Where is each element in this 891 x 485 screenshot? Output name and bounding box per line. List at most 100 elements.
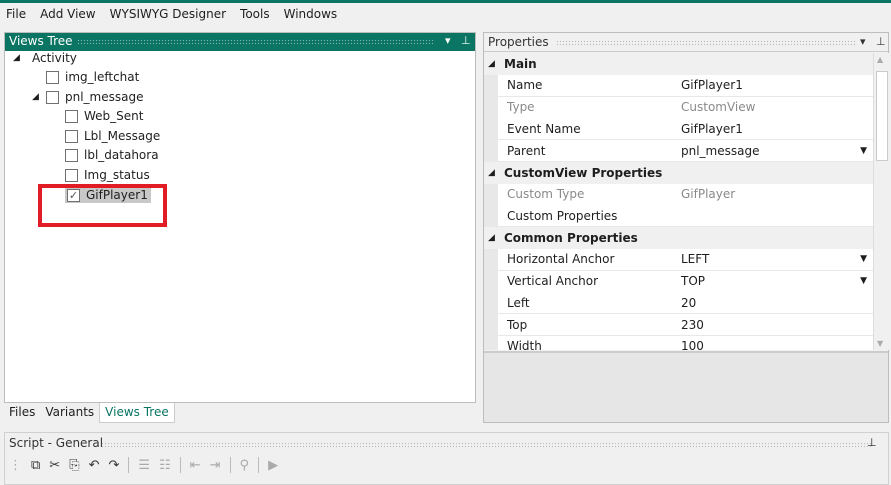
bottom-tabs: Files Variants Views Tree [4, 403, 175, 423]
collapse-triangle-icon[interactable]: ◢ [488, 168, 504, 178]
checkbox[interactable] [65, 168, 78, 182]
scroll-down-icon[interactable]: ▼ [877, 339, 883, 348]
cut-icon[interactable]: ✂ [49, 458, 60, 473]
dropdown-arrow-icon[interactable]: ▼ [860, 276, 867, 286]
separator [229, 457, 231, 473]
separator [179, 457, 181, 473]
tree-item[interactable]: ◢ pnl_message [32, 88, 144, 106]
dropdown-arrow-icon[interactable]: ▼ [860, 146, 867, 156]
checkbox[interactable] [65, 109, 78, 123]
indent-icon[interactable]: ⇥ [210, 458, 221, 473]
property-row[interactable]: Custom Properties [498, 205, 873, 228]
tree-item[interactable]: Img_status [51, 166, 150, 184]
checkbox[interactable] [65, 129, 78, 143]
tab-views-tree[interactable]: Views Tree [99, 403, 175, 423]
dropdown-icon[interactable]: ▾ [445, 34, 451, 47]
drag-grip[interactable] [556, 40, 856, 46]
scroll-thumb[interactable] [876, 71, 888, 161]
collapse-triangle-icon[interactable]: ◢ [488, 233, 504, 243]
tab-variants[interactable]: Variants [40, 403, 99, 423]
menu-item-add-view[interactable]: Add View [34, 7, 102, 21]
property-name: Type [507, 100, 535, 114]
search-icon[interactable]: ⚲ [240, 458, 250, 473]
dropdown-icon[interactable]: ▾ [860, 35, 866, 48]
menu-item-file[interactable]: File [0, 7, 32, 21]
tab-files[interactable]: Files [4, 403, 40, 423]
tree-item[interactable]: lbl_datahora [51, 146, 159, 164]
pin-icon[interactable]: ⊥ [461, 34, 471, 47]
drag-grip[interactable] [77, 39, 435, 45]
checkbox[interactable] [46, 70, 59, 84]
property-row[interactable]: Top 230 [498, 314, 873, 336]
pin-icon[interactable]: ⊥ [867, 436, 877, 449]
property-name: Event Name [507, 121, 581, 136]
property-category[interactable]: ◢ Main [484, 53, 873, 75]
tree-item-label: lbl_datahora [84, 148, 159, 162]
dropdown-arrow-icon[interactable]: ▼ [860, 254, 867, 264]
menu-item-windows[interactable]: Windows [278, 7, 344, 21]
drag-grip[interactable] [101, 442, 871, 448]
property-category[interactable]: ◢ CustomView Properties [484, 161, 873, 184]
property-name: Custom Type [507, 187, 585, 201]
expand-triangle-icon[interactable]: ◢ [13, 53, 27, 63]
property-value[interactable]: GifPlayer1 [681, 122, 743, 136]
property-row[interactable]: Vertical Anchor TOP ▼ [498, 270, 873, 293]
checkbox[interactable] [65, 148, 78, 162]
property-row[interactable]: Name GifPlayer1 [498, 74, 873, 97]
properties-panel: Properties ▾ ⊥ ◢ Main Name GifPlayer1 Type Cu… [483, 32, 889, 423]
comment-icon[interactable]: ☰ [138, 458, 150, 473]
property-description [484, 351, 888, 422]
property-grid: ◢ Main Name GifPlayer1 Type CustomView Event N… [484, 53, 873, 350]
property-row[interactable]: Parent pnl_message ▼ [498, 140, 873, 162]
uncomment-icon[interactable]: ☷ [159, 458, 171, 473]
tree-item-label: Activity [32, 51, 77, 65]
panel-title: Properties [488, 35, 549, 49]
expand-triangle-icon[interactable]: ◢ [32, 92, 46, 102]
property-name: Vertical Anchor [507, 274, 599, 288]
property-value: GifPlayer [681, 187, 736, 201]
copy-icon[interactable]: ⧉ [31, 458, 40, 473]
tree-item[interactable]: Lbl_Message [51, 127, 160, 145]
script-panel: Script - General ⊥ ⋮ ⧉ ✂ ⎘ ↶ ↷ ☰ ☷ ⇤ ⇥ ⚲… [4, 432, 889, 485]
property-row[interactable]: Width 100 [498, 335, 873, 350]
property-value[interactable]: TOP [681, 274, 705, 288]
menu-item-wysiwyg-designer[interactable]: WYSIWYG Designer [104, 7, 232, 21]
property-value[interactable]: LEFT [681, 252, 709, 266]
separator [128, 457, 130, 473]
outdent-icon[interactable]: ⇤ [190, 458, 201, 473]
tree-item[interactable]: img_leftchat [32, 68, 139, 86]
property-value[interactable]: pnl_message [681, 144, 760, 158]
run-icon[interactable]: ▶ [268, 458, 278, 473]
property-value[interactable]: GifPlayer1 [681, 78, 743, 92]
property-row[interactable]: Custom Type GifPlayer [498, 183, 873, 206]
property-category[interactable]: ◢ Common Properties [484, 227, 873, 249]
category-label: Main [504, 57, 537, 71]
pin-icon[interactable]: ⊥ [876, 35, 886, 48]
property-row[interactable]: Event Name GifPlayer1 [498, 118, 873, 141]
tree-item[interactable]: ◢ Activity [13, 49, 77, 67]
panel-title: Views Tree [9, 34, 73, 48]
scroll-up-icon[interactable]: ▲ [877, 55, 883, 64]
property-scrollbar[interactable]: ▲ ▼ [873, 53, 889, 350]
tree-item-label: pnl_message [65, 90, 144, 104]
property-value[interactable]: 20 [681, 296, 696, 310]
paste-icon[interactable]: ⎘ [69, 458, 79, 473]
property-row[interactable]: Horizontal Anchor LEFT ▼ [498, 248, 873, 271]
property-name: Top [507, 317, 528, 332]
redo-icon[interactable]: ↷ [109, 458, 120, 473]
property-value[interactable]: 230 [681, 318, 704, 332]
property-name: Parent [507, 143, 546, 158]
checkbox[interactable] [46, 90, 59, 104]
property-row[interactable]: Type CustomView [498, 96, 873, 119]
undo-icon[interactable]: ↶ [89, 458, 100, 473]
collapse-triangle-icon[interactable]: ◢ [488, 59, 504, 69]
tree-item[interactable]: Web_Sent [51, 107, 143, 125]
menu-item-tools[interactable]: Tools [234, 7, 276, 21]
tree-item-label: Web_Sent [84, 109, 144, 123]
property-value[interactable]: 100 [681, 339, 704, 350]
tree-item-label: Img_status [84, 168, 150, 182]
property-row[interactable]: Left 20 [498, 292, 873, 315]
property-name: Horizontal Anchor [507, 252, 615, 267]
category-label: CustomView Properties [504, 165, 663, 180]
grip-icon: ⋮ [9, 457, 22, 473]
